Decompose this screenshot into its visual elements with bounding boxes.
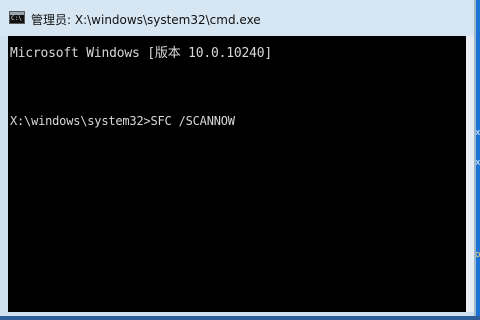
window-titlebar[interactable]: C:\ 管理员: X:\windows\system32\cmd.exe	[0, 0, 474, 36]
cmd-icon[interactable]: C:\	[9, 11, 25, 24]
vertical-scrollbar[interactable]	[466, 36, 474, 312]
desktop-background: x x o C:\ 管理员: X:\windows\system32\cmd.e…	[0, 0, 480, 320]
console-line-version: Microsoft Windows [版本 10.0.10240]	[10, 46, 273, 61]
window-title: 管理员: X:\windows\system32\cmd.exe	[31, 13, 261, 27]
console-line-command: X:\windows\system32>SFC /SCANNOW	[10, 114, 235, 128]
cmd-window[interactable]: C:\ 管理员: X:\windows\system32\cmd.exe Mic…	[0, 0, 476, 316]
console-output[interactable]: Microsoft Windows [版本 10.0.10240] X:\win…	[8, 36, 466, 312]
taskbar	[0, 316, 480, 320]
cmd-icon-text: C:\	[11, 15, 22, 22]
